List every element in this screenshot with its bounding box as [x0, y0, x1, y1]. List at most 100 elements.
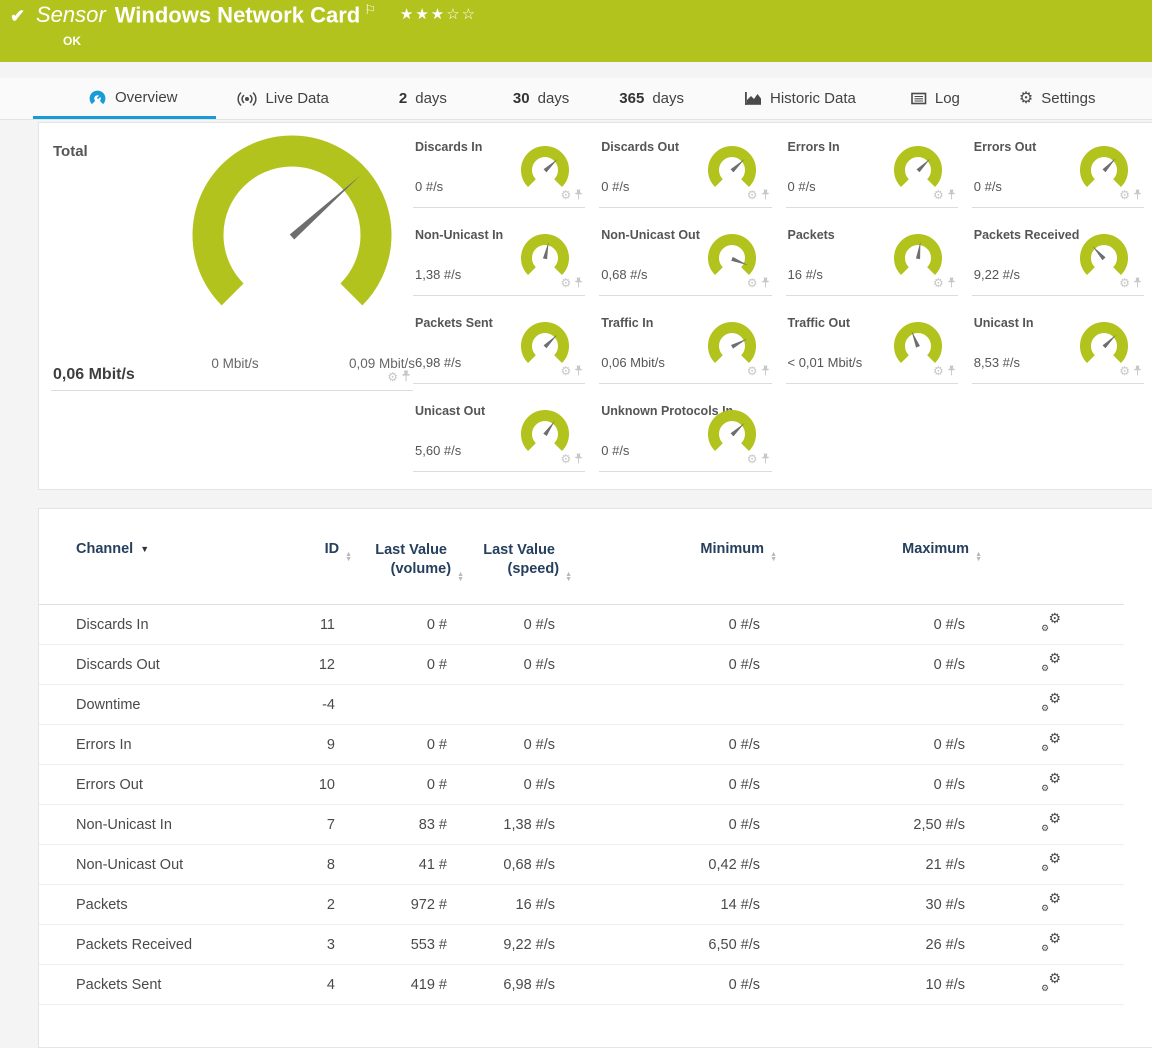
channel-settings-icon[interactable]: ⚙⚙ [1041, 614, 1061, 631]
mini-gauge-cell[interactable]: Unknown Protocols In 0 #/s ⚙ [599, 384, 771, 472]
channel-name[interactable]: Packets [39, 885, 275, 925]
gauge-pin-icon[interactable] [574, 189, 583, 201]
gauge-pin-icon[interactable] [761, 189, 770, 201]
mini-gauge-cell[interactable]: Discards In 0 #/s ⚙ [413, 120, 585, 208]
channel-id: 2 [275, 885, 335, 925]
mini-gauge-cell[interactable]: Errors Out 0 #/s ⚙ [972, 120, 1144, 208]
channel-name[interactable]: Packets Sent [39, 965, 275, 1005]
column-header-channel[interactable]: Channel▼ [39, 533, 275, 605]
gauge-pin-icon[interactable] [761, 453, 770, 465]
gauge-settings-gear-icon[interactable]: ⚙ [1119, 277, 1130, 289]
mini-gauge-value: 0 #/s [601, 443, 629, 458]
mini-gauge-cell[interactable]: Discards Out 0 #/s ⚙ [599, 120, 771, 208]
gauge-settings-gear-icon[interactable]: ⚙ [747, 189, 758, 201]
channel-name[interactable]: Non-Unicast In [39, 805, 275, 845]
mini-gauge-cell[interactable]: Unicast Out 5,60 #/s ⚙ [413, 384, 585, 472]
gauge-settings-gear-icon[interactable]: ⚙ [933, 277, 944, 289]
sensor-name[interactable]: Windows Network Card [115, 2, 361, 27]
column-header-minimum[interactable]: Minimum▲▼ [555, 533, 760, 605]
gauge-settings-gear-icon[interactable]: ⚙ [747, 277, 758, 289]
gauge-settings-gear-icon[interactable]: ⚙ [747, 453, 758, 465]
mini-gauge-label: Unicast Out [415, 404, 485, 418]
gauge-pin-icon[interactable] [761, 277, 770, 289]
mini-gauge-cell[interactable]: Packets Sent 6,98 #/s ⚙ [413, 296, 585, 384]
gauge-pin-icon[interactable] [1133, 189, 1142, 201]
tab-live-data[interactable]: Live Data [236, 78, 329, 119]
channel-last-volume: 553 # [335, 925, 447, 965]
gauge-settings-gear-icon[interactable]: ⚙ [1119, 189, 1130, 201]
mini-gauge-label: Packets Received [974, 228, 1080, 242]
gauge-pin-icon[interactable] [947, 189, 956, 201]
gauge-pin-icon[interactable] [574, 277, 583, 289]
gauge-settings-gear-icon[interactable]: ⚙ [560, 277, 571, 289]
gauge-pin-icon[interactable] [947, 365, 956, 377]
column-header-last-value-volume[interactable]: Last Value (volume)▲▼ [335, 533, 447, 605]
gauge-settings-gear-icon[interactable]: ⚙ [1119, 365, 1130, 377]
sort-desc-icon: ▼ [140, 544, 149, 554]
channel-settings-icon[interactable]: ⚙⚙ [1041, 934, 1061, 951]
mini-gauge-cell[interactable]: Non-Unicast Out 0,68 #/s ⚙ [599, 208, 771, 296]
total-gauge [187, 133, 399, 345]
mini-gauge-cell[interactable]: Traffic Out < 0,01 Mbit/s ⚙ [786, 296, 958, 384]
channel-name[interactable]: Errors In [39, 725, 275, 765]
channel-settings-icon[interactable]: ⚙⚙ [1041, 814, 1061, 831]
gauge-settings-gear-icon[interactable]: ⚙ [933, 365, 944, 377]
live-data-icon [236, 92, 258, 106]
gauge-pin-icon[interactable] [761, 365, 770, 377]
rating-stars[interactable]: ★★★☆☆ [400, 6, 477, 23]
gauge-pin-icon[interactable] [401, 370, 411, 383]
channel-name[interactable]: Errors Out [39, 765, 275, 805]
tab-settings[interactable]: ⚙ Settings [1019, 78, 1096, 119]
mini-gauge-cell[interactable]: Packets Received 9,22 #/s ⚙ [972, 208, 1144, 296]
tab-historic-data[interactable]: Historic Data [744, 78, 856, 119]
column-header-id[interactable]: ID▲▼ [275, 533, 335, 605]
total-gauge-cell[interactable]: Total 0 Mbit/s 0,09 Mbit/s 0,06 Mbit/s ⚙ [51, 129, 413, 391]
gauge-pin-icon[interactable] [947, 277, 956, 289]
channel-name[interactable]: Non-Unicast Out [39, 845, 275, 885]
channel-min: 0 #/s [555, 965, 760, 1005]
mini-gauge-cell[interactable]: Packets 16 #/s ⚙ [786, 208, 958, 296]
channel-name[interactable]: Packets Received [39, 925, 275, 965]
channel-name[interactable]: Downtime [39, 685, 275, 725]
channel-settings-icon[interactable]: ⚙⚙ [1041, 734, 1061, 751]
total-gauge-min-label: 0 Mbit/s [179, 356, 291, 371]
channel-settings-icon[interactable]: ⚙⚙ [1041, 974, 1061, 991]
tab-30-days[interactable]: 30days [513, 78, 569, 119]
channel-min: 14 #/s [555, 885, 760, 925]
gauge-settings-gear-icon[interactable]: ⚙ [560, 189, 571, 201]
channel-settings-icon[interactable]: ⚙⚙ [1041, 854, 1061, 871]
tab-365-days[interactable]: 365days [619, 78, 684, 119]
channel-name[interactable]: Discards In [39, 605, 275, 645]
gauge-pin-icon[interactable] [574, 453, 583, 465]
column-header-last-value-speed[interactable]: Last Value (speed)▲▼ [447, 533, 555, 605]
tab-overview[interactable]: Overview [33, 78, 216, 119]
mini-gauge-value: 1,38 #/s [415, 267, 461, 282]
mini-gauge-label: Packets Sent [415, 316, 493, 330]
gauge-settings-gear-icon[interactable]: ⚙ [560, 365, 571, 377]
flag-icon[interactable]: ⚐ [364, 2, 376, 17]
mini-gauge-cell[interactable]: Non-Unicast In 1,38 #/s ⚙ [413, 208, 585, 296]
channel-settings-icon[interactable]: ⚙⚙ [1041, 654, 1061, 671]
column-header-maximum[interactable]: Maximum▲▼ [760, 533, 965, 605]
gear-icon: ⚙ [1019, 91, 1033, 107]
mini-gauge-cell[interactable]: Unicast In 8,53 #/s ⚙ [972, 296, 1144, 384]
channel-settings-icon[interactable]: ⚙⚙ [1041, 894, 1061, 911]
mini-gauge-cell[interactable]: Traffic In 0,06 Mbit/s ⚙ [599, 296, 771, 384]
gauge-pin-icon[interactable] [574, 365, 583, 377]
gauge-settings-gear-icon[interactable]: ⚙ [933, 189, 944, 201]
gauge-settings-gear-icon[interactable]: ⚙ [387, 371, 398, 383]
channel-last-speed: 0 #/s [447, 605, 555, 645]
gauge-pin-icon[interactable] [1133, 277, 1142, 289]
gauge-needle [1102, 157, 1117, 173]
gauge-settings-gear-icon[interactable]: ⚙ [560, 453, 571, 465]
tab-2-days[interactable]: 2days [399, 78, 447, 119]
gauge-settings-gear-icon[interactable]: ⚙ [747, 365, 758, 377]
gauge-pin-icon[interactable] [1133, 365, 1142, 377]
mini-gauge-value: 0 #/s [788, 179, 816, 194]
channel-max: 0 #/s [760, 645, 965, 685]
mini-gauge-cell[interactable]: Errors In 0 #/s ⚙ [786, 120, 958, 208]
channel-settings-icon[interactable]: ⚙⚙ [1041, 694, 1061, 711]
channel-settings-icon[interactable]: ⚙⚙ [1041, 774, 1061, 791]
channel-name[interactable]: Discards Out [39, 645, 275, 685]
tab-log[interactable]: Log [911, 78, 960, 119]
